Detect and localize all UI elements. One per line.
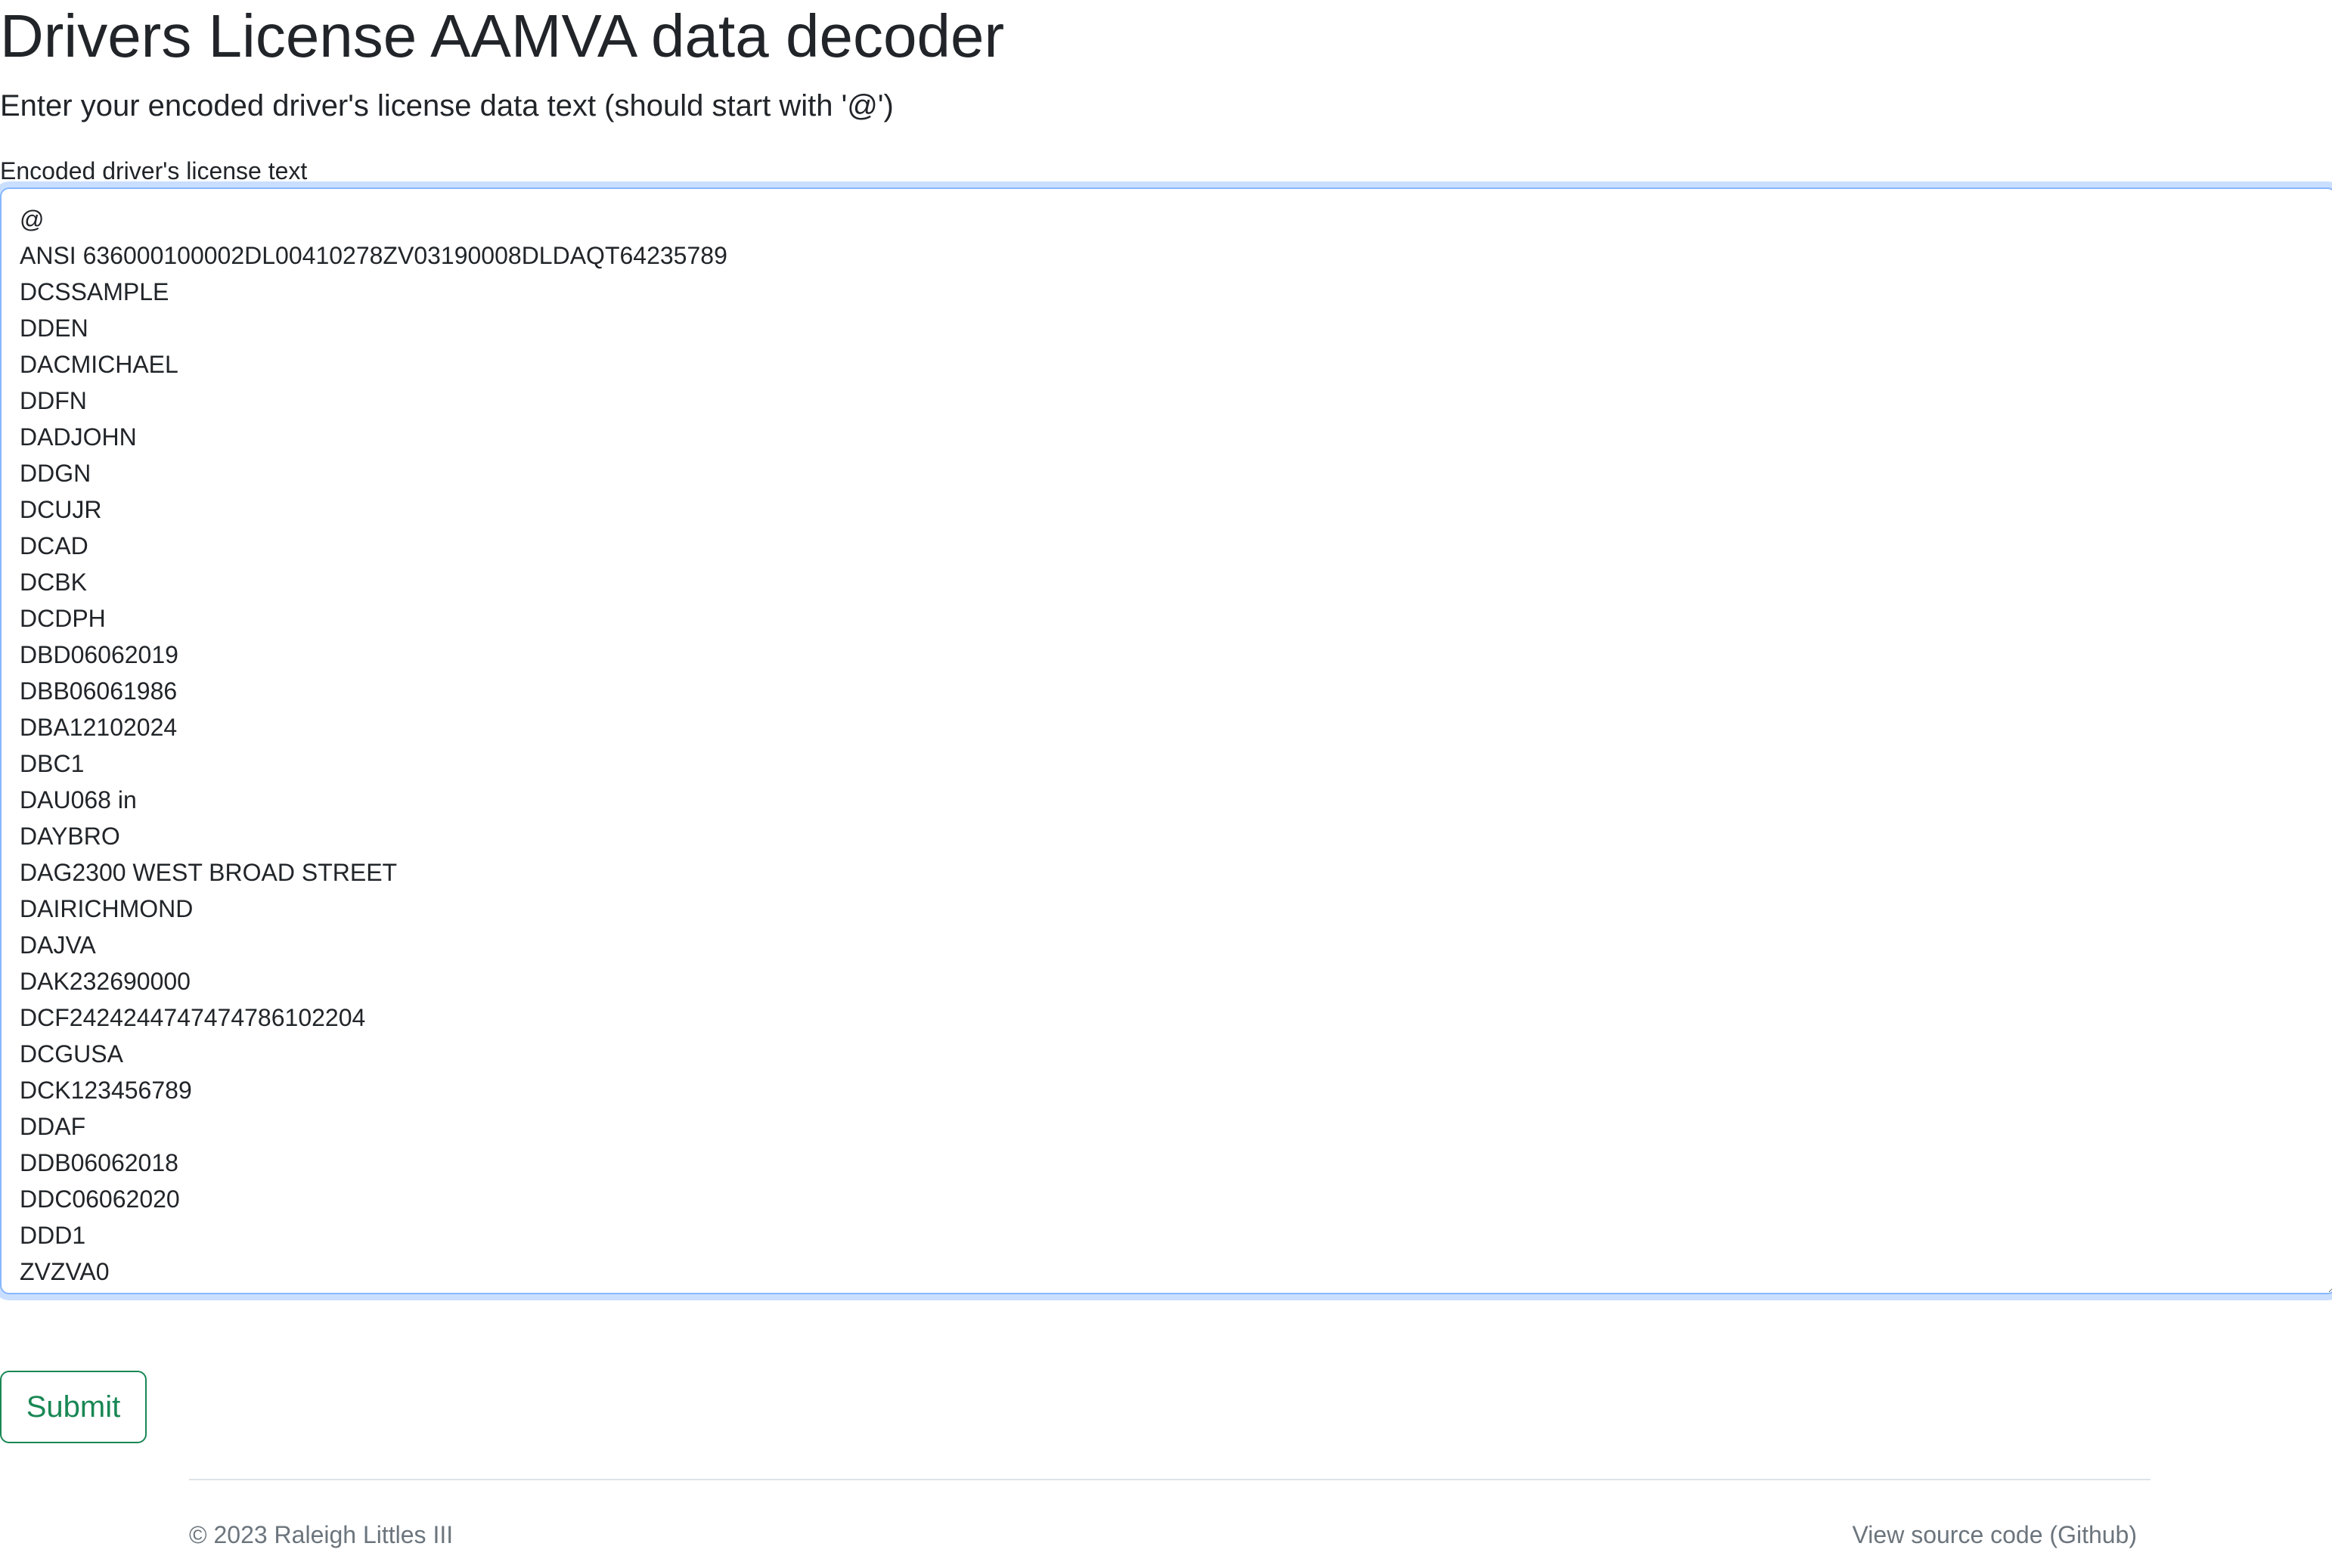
license-text-label: Encoded driver's license text [0, 157, 308, 184]
source-code-link[interactable]: View source code (Github) [1853, 1520, 2137, 1550]
page-title: Drivers License AAMVA data decoder [0, 2, 1005, 70]
footer-copyright: © 2023 Raleigh Littles III [189, 1521, 454, 1548]
footer-divider [189, 1479, 2151, 1480]
submit-button[interactable]: Submit [0, 1371, 147, 1443]
license-text-input[interactable] [0, 187, 2332, 1294]
page-subtitle: Enter your encoded driver's license data… [0, 89, 894, 122]
